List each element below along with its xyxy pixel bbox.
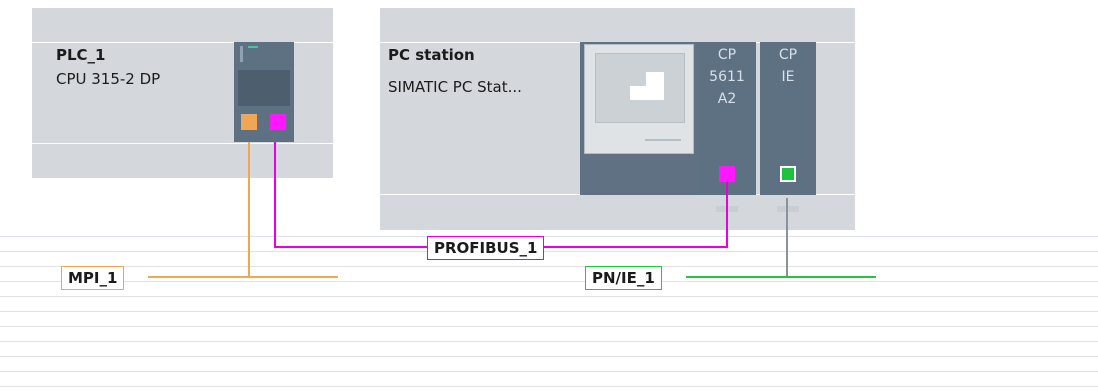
cpie-module[interactable]: CP IE (760, 42, 816, 195)
grid-line (0, 326, 1098, 327)
mpi-drop-line (248, 142, 250, 278)
mpi-port-icon[interactable] (241, 114, 257, 130)
cp5611-label-line3: A2 (717, 91, 737, 107)
grid-line (0, 311, 1098, 312)
mpi-network-label[interactable]: MPI_1 (61, 266, 125, 290)
pc-image-panel (580, 42, 698, 195)
cpu-led-icon (248, 46, 258, 48)
cp5611-module[interactable]: CP 5611 A2 (698, 42, 756, 195)
cp5611-label-line2: 5611 (709, 69, 745, 85)
plc-device[interactable]: PLC_1 CPU 315-2 DP (32, 8, 333, 178)
pc-station-name: PC station (388, 46, 475, 64)
grid-line (0, 296, 1098, 297)
plc-name: PLC_1 (56, 46, 106, 64)
pc-drive-slot-icon (645, 139, 681, 141)
profibus-network-label[interactable]: PROFIBUS_1 (427, 236, 545, 260)
pc-screen-window-icon (630, 86, 646, 100)
cpie-label-line2: IE (781, 69, 795, 85)
pnie-network-label[interactable]: PN/IE_1 (585, 266, 662, 290)
device-divider (32, 143, 333, 144)
grid-line (0, 251, 1098, 252)
pc-monitor-icon (584, 44, 694, 154)
profibus-drop-line-plc (274, 142, 276, 248)
grid-line (0, 371, 1098, 372)
cp5611-dp-port-icon[interactable] (719, 166, 735, 182)
mpi-bus-line[interactable] (148, 276, 338, 278)
pc-station-device[interactable]: PC station SIMATIC PC Stat... CP 5611 A2… (380, 8, 855, 230)
grid-line (0, 266, 1098, 267)
cpu-led-strip-icon (240, 46, 243, 62)
grid-line (0, 386, 1098, 387)
cpie-pn-port-icon[interactable] (780, 166, 796, 182)
grid-line (0, 356, 1098, 357)
connector-stub-icon (777, 206, 799, 212)
grid-line (0, 236, 1098, 237)
pnie-bus-line[interactable] (686, 276, 876, 278)
plc-type: CPU 315-2 DP (56, 70, 161, 88)
grid-line (0, 281, 1098, 282)
cpu-panel (238, 70, 290, 106)
dp-port-icon[interactable] (270, 114, 286, 130)
network-view-canvas[interactable]: PLC_1 CPU 315-2 DP PC station SIMATIC PC… (0, 0, 1098, 392)
cpie-label-line1: CP (778, 47, 798, 63)
profibus-drop-line-pc (726, 182, 728, 248)
pc-screen (595, 53, 685, 123)
pnie-drop-line (786, 198, 788, 278)
pc-screen-window-icon (646, 72, 664, 100)
plc-cpu-module[interactable] (234, 42, 294, 142)
pc-station-type: SIMATIC PC Stat... (388, 78, 522, 96)
grid-line (0, 341, 1098, 342)
cp5611-label-line1: CP (717, 47, 737, 63)
